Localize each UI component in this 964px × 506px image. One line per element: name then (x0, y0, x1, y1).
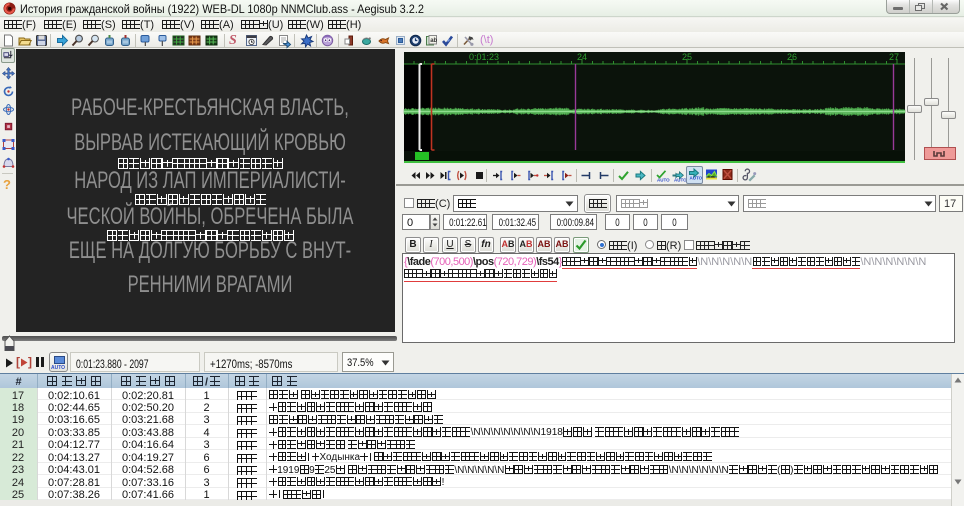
svg-text:26: 26 (787, 52, 797, 62)
svg-text:25: 25 (682, 52, 692, 62)
svg-text:27: 27 (889, 52, 899, 62)
svg-text:AUTO: AUTO (690, 176, 703, 181)
svg-text:AUTO: AUTO (657, 178, 670, 183)
svg-text:ab: ab (430, 38, 437, 44)
svg-text:24: 24 (577, 52, 587, 62)
svg-text:0:01:23: 0:01:23 (469, 52, 499, 62)
